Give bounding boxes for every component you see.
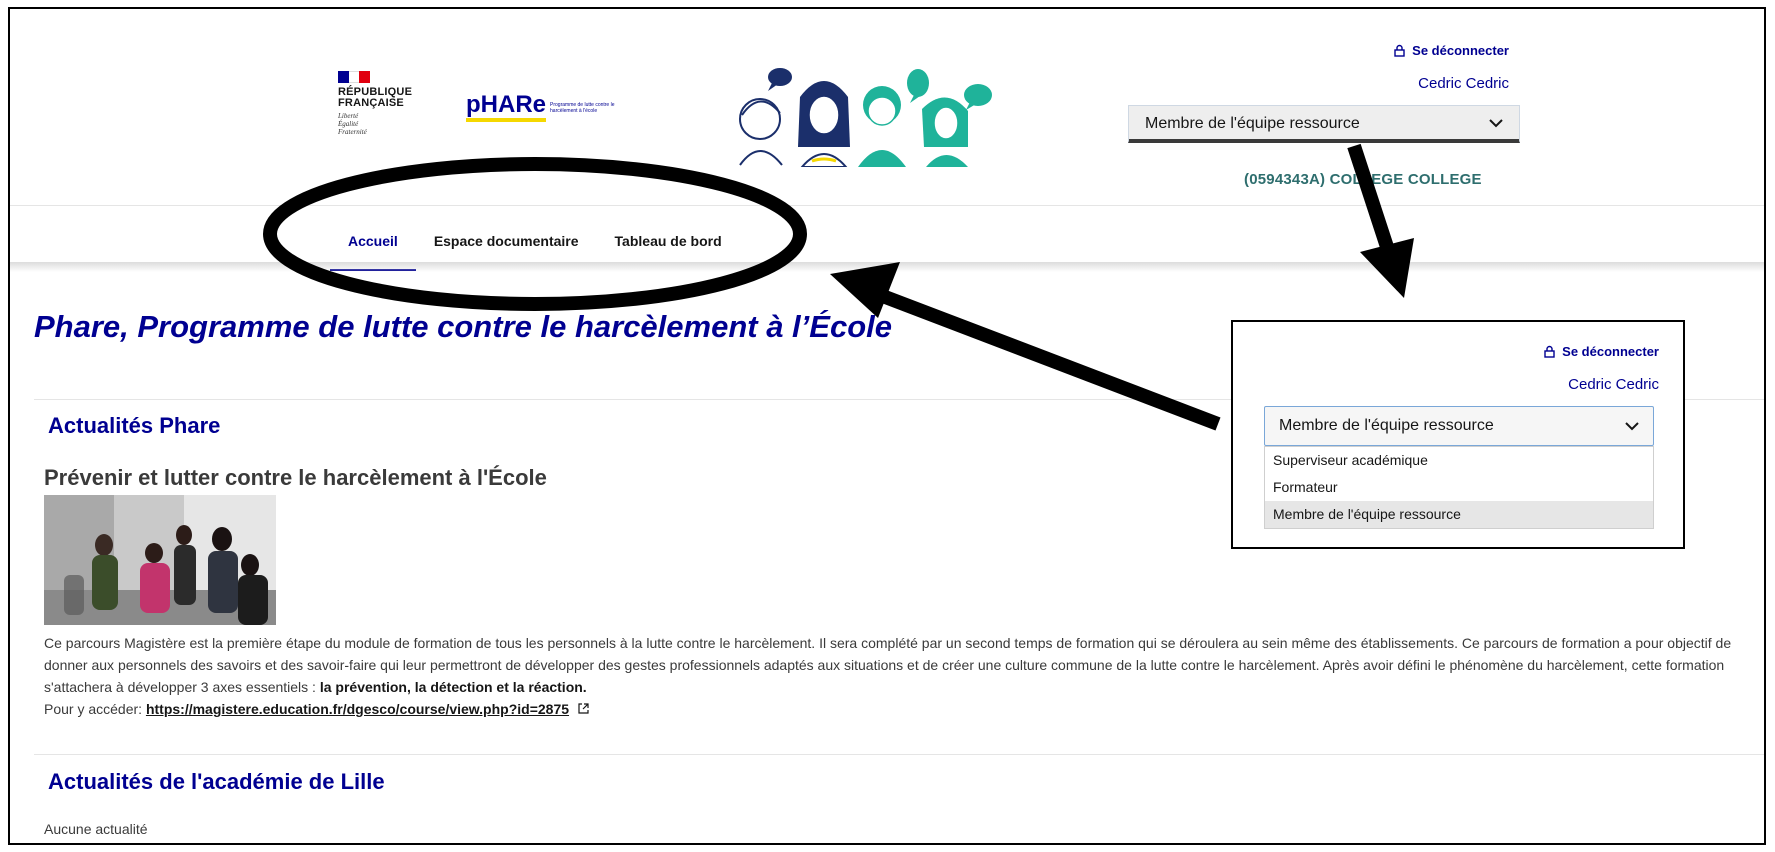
phare-logo-tagline: Programme de lutte contre le harcèlement… <box>550 101 615 114</box>
role-option-formateur[interactable]: Formateur <box>1265 474 1653 501</box>
motto-egalite: Égalité <box>338 120 359 128</box>
lille-no-news: Aucune actualité <box>44 821 148 837</box>
lille-news-heading: Actualités de l'académie de Lille <box>48 769 385 794</box>
chevron-down-icon <box>1489 119 1503 128</box>
phare-logo-word: pHARe <box>466 93 547 122</box>
role-select-value: Membre de l'équipe ressource <box>1145 114 1360 132</box>
access-label: Pour y accéder: <box>44 701 146 717</box>
lock-icon <box>1394 44 1405 57</box>
children-illustration <box>739 68 992 167</box>
magistere-link[interactable]: https://magistere.education.fr/dgesco/co… <box>146 701 569 717</box>
role-option-superviseur[interactable]: Superviseur académique <box>1265 447 1653 474</box>
republic-motto: Liberté Égalité Fraternité <box>338 112 412 136</box>
establishment-label: (0594343A) COLLEGE COLLEGE <box>1244 171 1482 188</box>
header-divider <box>10 205 1764 206</box>
zoom-role-select-value: Membre de l'équipe ressource <box>1279 417 1494 434</box>
lock-icon <box>1544 345 1555 358</box>
article-photo <box>44 495 276 625</box>
republique-francaise-logo: RÉPUBLIQUE FRANÇAISE Liberté Égalité Fra… <box>338 71 412 136</box>
article-body: Ce parcours Magistère est la première ét… <box>44 632 1764 720</box>
nav-shadow <box>10 262 1764 272</box>
phare-logo: pHARe Programme de lutte contre le harcè… <box>466 93 618 122</box>
news-heading: Actualités Phare <box>48 413 221 438</box>
logout-link[interactable]: Se déconnecter <box>1393 43 1509 58</box>
flag-icon <box>338 71 371 83</box>
article-text-bold: la prévention, la détection et la réacti… <box>319 679 587 695</box>
role-option-equipe-ressource[interactable]: Membre de l'équipe ressource <box>1265 501 1653 528</box>
role-select[interactable]: Membre de l'équipe ressource <box>1128 105 1520 143</box>
zoom-logout-label: Se déconnecter <box>1562 344 1659 359</box>
chevron-down-icon <box>1625 421 1639 430</box>
page-title: Phare, Programme de lutte contre le harc… <box>34 309 892 344</box>
zoom-callout: Se déconnecter Cedric Cedric Membre de l… <box>1231 320 1685 549</box>
external-link-icon <box>578 703 589 714</box>
role-options-list: Superviseur académique Formateur Membre … <box>1264 446 1654 529</box>
republic-name-line2: FRANÇAISE <box>338 97 404 109</box>
motto-fraternite: Fraternité <box>338 128 367 136</box>
motto-liberte: Liberté <box>338 112 359 120</box>
logout-label: Se déconnecter <box>1412 43 1509 58</box>
article-text: Ce parcours Magistère est la première ét… <box>44 635 1732 695</box>
zoom-logout-link[interactable]: Se déconnecter <box>1543 344 1659 359</box>
user-name: Cedric Cedric <box>1418 75 1509 92</box>
zoom-user-name: Cedric Cedric <box>1568 376 1659 393</box>
article-title: Prévenir et lutter contre le harcèlement… <box>44 465 547 490</box>
zoom-role-select[interactable]: Membre de l'équipe ressource <box>1264 406 1654 446</box>
section-divider-2 <box>34 754 1764 755</box>
